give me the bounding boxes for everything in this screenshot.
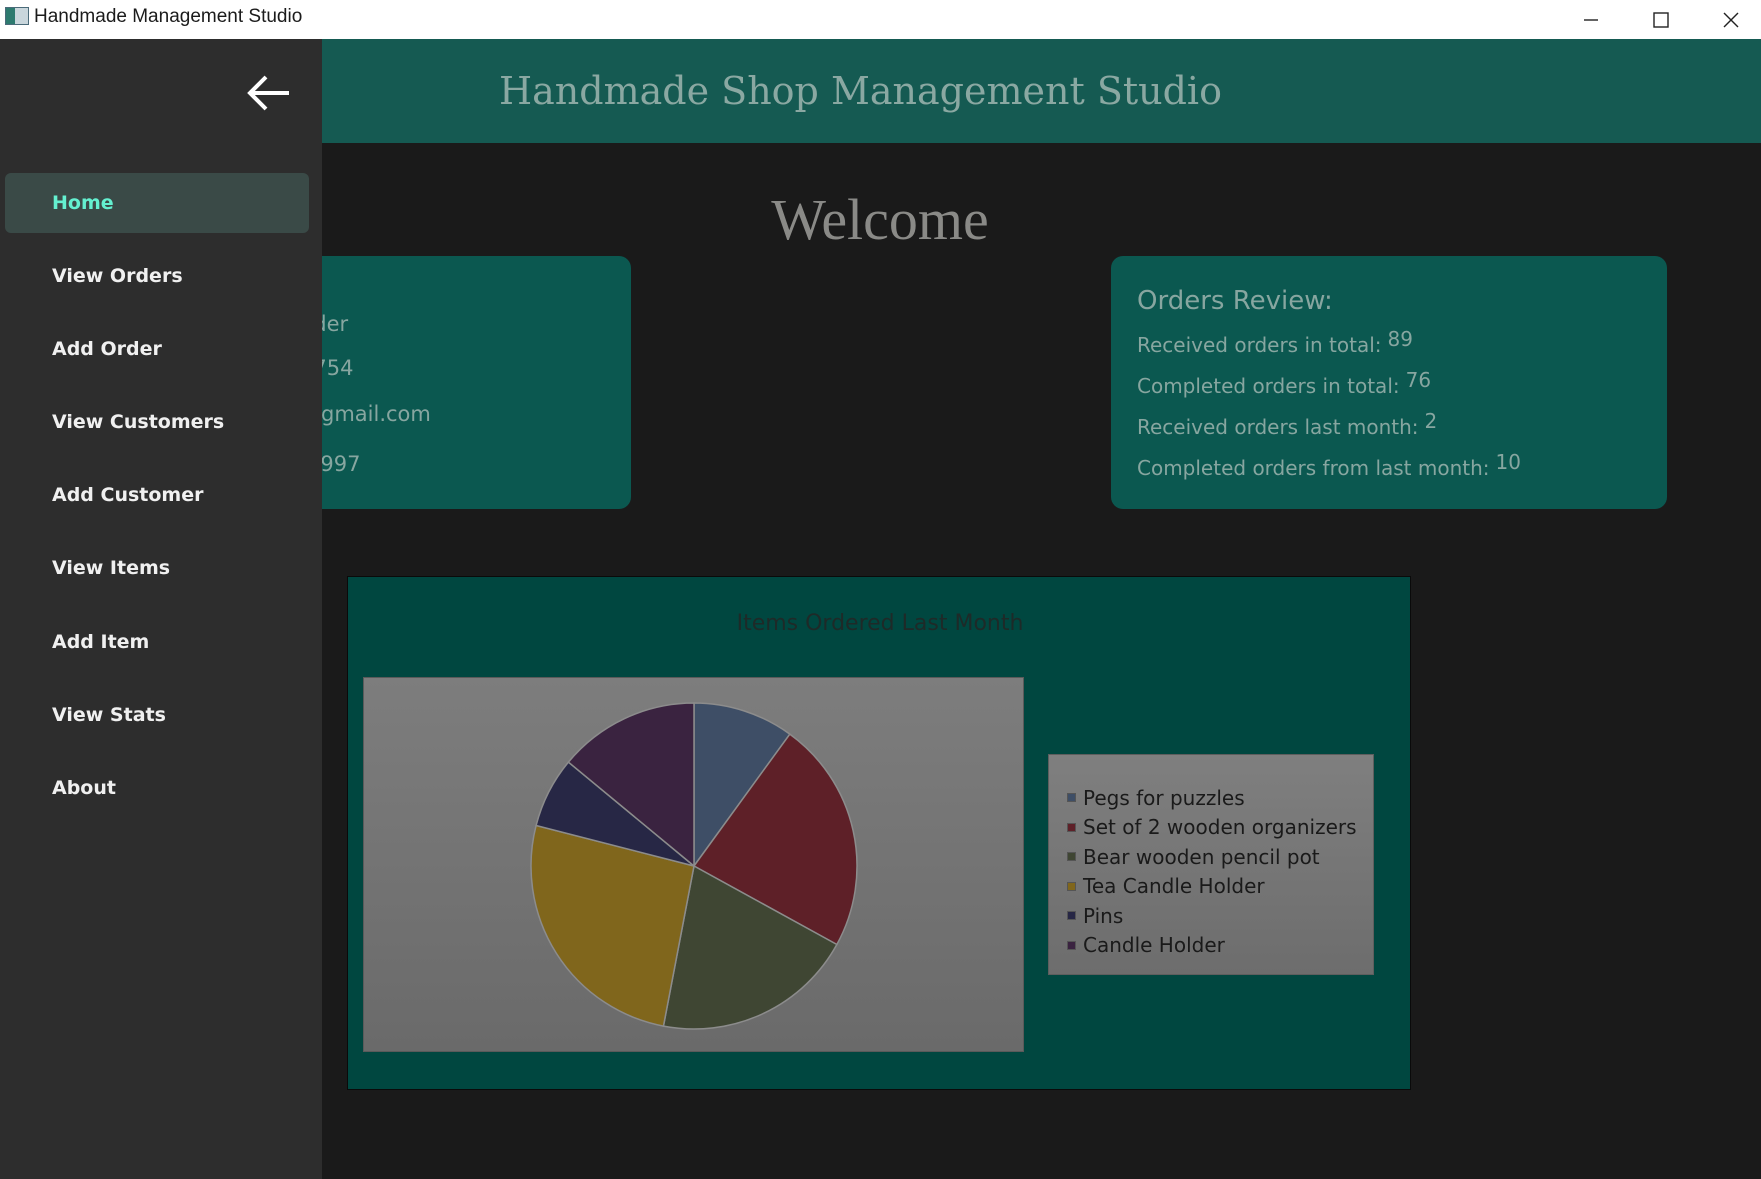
legend-label: Pegs for puzzles [1083,785,1245,810]
orders-review-card: Orders Review: Received orders in total:… [1111,256,1667,509]
orders-review-title: Orders Review: [1137,286,1333,316]
legend-label: Bear wooden pencil pot [1083,844,1320,869]
back-arrow-button[interactable] [244,71,294,115]
sidebar-item-about[interactable]: About [5,758,309,818]
sidebar-item-add-customer[interactable]: Add Customer [5,465,309,525]
legend-swatch [1067,852,1076,862]
legend-item: Pegs for puzzles [1067,783,1373,813]
window-title: Handmade Management Studio [34,6,303,27]
orders-row-completed-last-month: Completed orders from last month: 10 [1137,450,1521,480]
welcome-heading: Welcome [771,187,989,252]
legend-label: Pins [1083,903,1124,928]
orders-row-completed-total: Completed orders in total: 76 [1137,368,1431,398]
legend-label: Tea Candle Holder [1083,874,1265,899]
legend-item: Tea Candle Holder [1067,872,1373,902]
close-icon[interactable] [1696,0,1761,39]
window-titlebar: Handmade Management Studio [0,0,1761,39]
orders-row-label: Completed orders from last month: [1137,456,1490,480]
pie-chart [530,702,858,1030]
chart-plot-area [363,677,1024,1052]
orders-row-received-total: Received orders in total: 89 [1137,327,1413,357]
orders-row-label: Completed orders in total: [1137,374,1400,398]
sidebar-item-view-items[interactable]: View Items [5,538,309,598]
orders-row-value: 89 [1387,327,1413,351]
sidebar-item-view-orders[interactable]: View Orders [5,246,309,306]
legend-swatch [1067,881,1076,891]
legend-swatch [1067,822,1076,832]
legend-swatch [1067,940,1076,950]
sidebar-item-add-order[interactable]: Add Order [5,319,309,379]
sidebar-item-view-stats[interactable]: View Stats [5,685,309,745]
sidebar-item-add-item[interactable]: Add Item [5,612,309,672]
legend-label: Set of 2 wooden organizers [1083,815,1357,840]
legend-label: Candle Holder [1083,933,1225,958]
header-title: Handmade Shop Management Studio [499,69,1222,113]
sidebar-item-view-customers[interactable]: View Customers [5,392,309,452]
orders-row-value: 10 [1495,450,1521,474]
maximize-icon[interactable] [1626,0,1696,39]
orders-row-label: Received orders in total: [1137,333,1382,357]
legend-swatch [1067,911,1076,921]
chart-title: Items Ordered Last Month [736,611,1024,636]
orders-row-value: 76 [1405,368,1432,392]
app-icon [5,7,29,25]
minimize-icon[interactable] [1556,0,1626,39]
chart-legend: Pegs for puzzles Set of 2 wooden organize… [1048,754,1374,975]
items-chart-panel: Items Ordered Last Month Pegs for puzzle… [347,576,1411,1090]
orders-row-received-last-month: Received orders last month: 2 [1137,409,1437,439]
legend-item: Candle Holder [1067,931,1373,961]
legend-item: Set of 2 wooden organizers [1067,813,1373,843]
arrow-left-icon [247,75,289,111]
orders-row-label: Received orders last month: [1137,415,1419,439]
legend-item: Bear wooden pencil pot [1067,842,1373,872]
legend-item: Pins [1067,901,1373,931]
sidebar-item-home[interactable]: Home [5,173,309,233]
orders-row-value: 2 [1424,409,1438,433]
legend-swatch [1067,793,1076,803]
sidebar: Home View Orders Add Order View Customers Ad… [0,39,322,1179]
